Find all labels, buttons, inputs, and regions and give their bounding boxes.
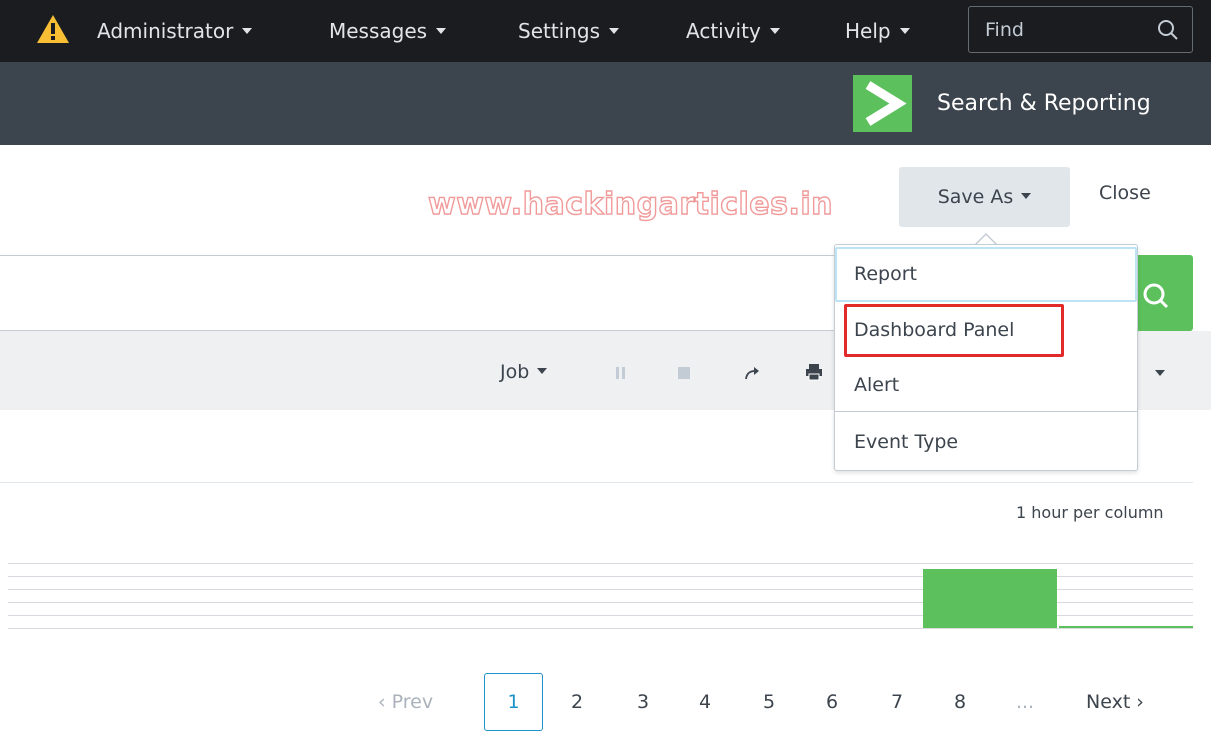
job-label: Job bbox=[500, 361, 530, 383]
nav-settings-label: Settings bbox=[518, 19, 601, 43]
pagination-page[interactable]: 2 bbox=[562, 673, 592, 731]
caret-down-icon bbox=[537, 367, 548, 374]
divider bbox=[0, 482, 1193, 483]
nav-help-label: Help bbox=[845, 19, 891, 43]
menu-item-report[interactable]: Report bbox=[835, 247, 1137, 302]
nav-activity-label: Activity bbox=[686, 19, 761, 43]
pagination-page[interactable]: 4 bbox=[690, 673, 720, 731]
caret-down-icon bbox=[769, 27, 780, 34]
timeline-gridline bbox=[8, 563, 1193, 564]
timeline-bar[interactable] bbox=[923, 569, 1057, 628]
close-button[interactable]: Close bbox=[1099, 182, 1151, 204]
pagination-prev[interactable]: ‹ Prev bbox=[378, 673, 433, 731]
nav-messages-menu[interactable]: Messages bbox=[329, 0, 447, 62]
save-as-menu: Report Dashboard Panel Alert Event Type bbox=[834, 244, 1138, 471]
search-icon[interactable] bbox=[1157, 19, 1179, 41]
nav-settings-menu[interactable]: Settings bbox=[518, 0, 620, 62]
menu-divider bbox=[835, 411, 1137, 412]
pagination-page[interactable]: 8 bbox=[945, 673, 975, 731]
nav-help-menu[interactable]: Help bbox=[845, 0, 910, 62]
share-icon[interactable] bbox=[744, 365, 760, 381]
warning-triangle-icon[interactable] bbox=[36, 14, 70, 44]
caret-down-icon bbox=[436, 27, 447, 34]
pagination-next[interactable]: Next › bbox=[1086, 673, 1144, 731]
print-icon[interactable] bbox=[805, 363, 823, 381]
timeline-scale-label: 1 hour per column bbox=[1016, 503, 1164, 522]
caret-down-icon bbox=[242, 27, 253, 34]
pause-icon[interactable] bbox=[615, 366, 627, 380]
dropdown-arrow-fill bbox=[977, 235, 995, 244]
menu-item-event-type[interactable]: Event Type bbox=[835, 415, 1137, 470]
stop-icon[interactable] bbox=[677, 366, 691, 380]
caret-down-icon bbox=[609, 27, 620, 34]
app-name[interactable]: Search & Reporting bbox=[937, 62, 1151, 145]
find-input[interactable] bbox=[969, 7, 1149, 52]
chevron-right-logo-icon[interactable] bbox=[853, 75, 912, 132]
pagination-page[interactable]: 6 bbox=[817, 673, 847, 731]
timeline-bar[interactable] bbox=[1059, 626, 1193, 628]
job-menu[interactable]: Job bbox=[500, 361, 548, 383]
pagination-page-current[interactable]: 1 bbox=[484, 673, 543, 731]
annotation-highlight-box bbox=[844, 304, 1064, 357]
pagination-page[interactable]: 5 bbox=[754, 673, 784, 731]
caret-down-icon bbox=[899, 27, 910, 34]
save-as-button[interactable]: Save As bbox=[899, 167, 1070, 227]
top-nav-bar: Administrator Messages Settings Activity… bbox=[0, 0, 1211, 62]
pagination-page[interactable]: 3 bbox=[628, 673, 658, 731]
app-bar: Search & Reporting bbox=[0, 62, 1211, 145]
nav-administrator-menu[interactable]: Administrator bbox=[97, 0, 253, 62]
timeline-gridline bbox=[8, 628, 1193, 629]
watermark: www.hackingarticles.in bbox=[427, 186, 834, 222]
search-submit-button[interactable] bbox=[1130, 255, 1193, 331]
mode-caret-down-icon[interactable] bbox=[1155, 370, 1165, 376]
menu-item-alert[interactable]: Alert bbox=[835, 358, 1137, 413]
search-icon bbox=[1143, 283, 1169, 309]
pagination-page[interactable]: 7 bbox=[882, 673, 912, 731]
nav-activity-menu[interactable]: Activity bbox=[686, 0, 780, 62]
caret-down-icon bbox=[1021, 192, 1032, 199]
nav-administrator-label: Administrator bbox=[97, 19, 234, 43]
find-field[interactable] bbox=[968, 6, 1193, 53]
save-as-label: Save As bbox=[937, 186, 1014, 208]
nav-messages-label: Messages bbox=[329, 19, 428, 43]
pagination-ellipsis: ... bbox=[1015, 691, 1035, 713]
